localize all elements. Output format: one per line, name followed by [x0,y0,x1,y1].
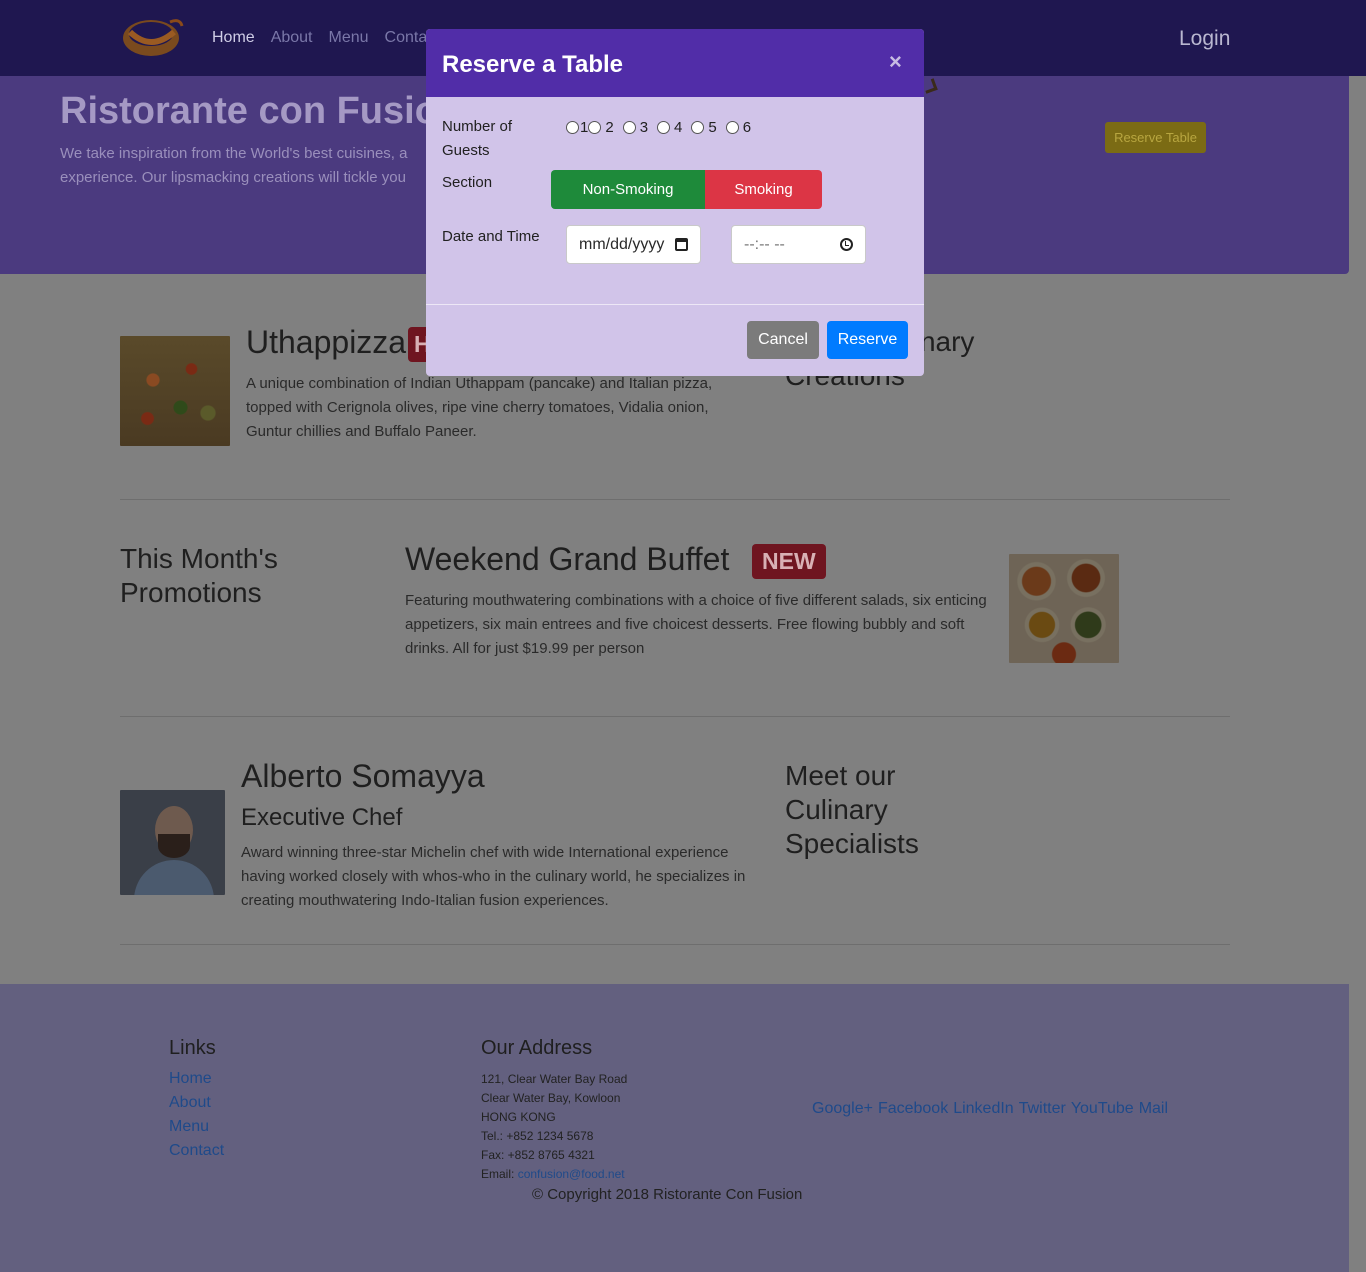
nav-about[interactable]: About [271,29,313,47]
divider [120,716,1230,717]
jumbotron-title: Ristorante con Fusio [60,90,438,132]
radio-label: 3 [639,119,649,136]
nav-contact[interactable]: Conta [385,29,428,47]
nav-home[interactable]: Home [212,29,255,47]
promotions-section-title: This Month's Promotions [120,543,278,608]
reserve-button[interactable]: Reserve [827,321,908,359]
guest-option-6[interactable]: 6 [725,119,760,136]
time-placeholder: --:-- -- [744,235,785,253]
reserve-table-modal: Reserve a Table × Number of Guests 1 2 3… [426,29,924,376]
radio-button[interactable] [657,121,671,134]
address-phone: Tel.: +852 1234 5678 [481,1129,594,1143]
leader-designation: Executive Chef [241,804,403,831]
nav-menu[interactable]: Menu [329,29,369,47]
footer-links-title: Links [169,1037,216,1059]
date-placeholder: mm/dd/yyyy [579,235,665,253]
youtube-link[interactable]: YouTube [1071,1100,1134,1118]
leader-description: Award winning three-star Michelin chef w… [241,844,746,909]
scrollbar-gutter [1349,76,1366,1272]
guest-option-5[interactable]: 5 [691,119,725,136]
dish-name: Uthappizza [246,324,407,360]
footer-link-contact[interactable]: Contact [169,1142,224,1160]
logo-fragment [922,78,938,94]
radio-button[interactable] [725,121,739,134]
guests-radio-group: 1 2 3 4 5 6 [566,119,760,136]
leader-name: Alberto Somayya [241,758,485,794]
date-input[interactable]: mm/dd/yyyy [566,225,701,264]
footer-link-menu[interactable]: Menu [169,1118,209,1136]
email-link[interactable]: confusion@food.net [518,1167,625,1181]
modal-footer-divider [426,304,924,305]
radio-button[interactable] [566,121,579,134]
linkedin-link[interactable]: LinkedIn [953,1100,1014,1118]
email-label: Email: [481,1167,518,1181]
promotion-description: Featuring mouthwatering combinations wit… [405,592,987,657]
datetime-label: Date and Time [442,228,540,245]
footer-address-title: Our Address [481,1037,593,1059]
twitter-link[interactable]: Twitter [1019,1100,1066,1118]
modal-title: Reserve a Table [442,51,623,78]
clock-icon[interactable] [840,238,853,251]
footer-address: 121, Clear Water Bay Road Clear Water Ba… [481,1070,627,1184]
jumbotron-text: We take inspiration from the World's bes… [60,145,408,186]
address-line: Clear Water Bay, Kowloon [481,1091,621,1105]
dish-description: A unique combination of Indian Uthappam … [246,375,713,440]
address-fax: Fax: +852 8765 4321 [481,1148,595,1162]
address-email-row: Email: confusion@food.net [481,1165,627,1184]
uthappizza-image [120,336,230,446]
radio-label: 4 [674,119,683,136]
google-plus-link[interactable]: Google+ [812,1100,873,1118]
guests-label: Number of Guests [442,118,513,159]
address-line: 121, Clear Water Bay Road [481,1072,628,1086]
leaders-section-title: Meet our Culinary Specialists [785,760,919,859]
radio-label: 5 [708,119,717,136]
reserve-table-button[interactable]: Reserve Table [1105,122,1206,153]
close-icon[interactable]: × [889,49,902,75]
copyright: © Copyright 2018 Ristorante Con Fusion [532,1186,803,1203]
divider [120,499,1230,500]
radio-button[interactable] [588,121,602,134]
social-links: Google+ Facebook LinkedIn Twitter YouTub… [812,1100,1168,1118]
guest-option-1[interactable]: 1 [566,119,588,136]
guest-option-3[interactable]: 3 [622,119,657,136]
footer: Links Home About Menu Contact Our Addres… [0,984,1349,1272]
calendar-icon[interactable] [675,238,688,251]
time-input[interactable]: --:-- -- [731,225,866,264]
restaurant-logo[interactable] [120,12,186,64]
buffet-image [1009,554,1119,663]
radio-button[interactable] [622,121,636,134]
modal-header: Reserve a Table × [426,29,924,97]
radio-label: 2 [605,119,614,136]
cancel-button[interactable]: Cancel [747,321,819,359]
non-smoking-button[interactable]: Non-Smoking [551,170,705,209]
mail-link[interactable]: Mail [1139,1100,1168,1118]
smoking-button[interactable]: Smoking [705,170,822,209]
footer-link-home[interactable]: Home [169,1070,212,1088]
guest-option-4[interactable]: 4 [657,119,691,136]
nav-links: Home About Menu Conta [212,29,427,47]
divider [120,944,1230,945]
promotion-name: Weekend Grand Buffet [405,541,730,577]
facebook-link[interactable]: Facebook [878,1100,948,1118]
radio-label: 1 [580,119,589,136]
footer-link-about[interactable]: About [169,1094,211,1112]
radio-label: 6 [742,119,752,136]
address-line: HONG KONG [481,1110,556,1124]
section-label: Section [442,174,493,191]
promotion-badge: NEW [752,544,826,579]
guest-option-2[interactable]: 2 [588,119,622,136]
radio-button[interactable] [691,121,705,134]
login-link[interactable]: Login [1179,27,1230,51]
chef-photo [120,790,225,895]
